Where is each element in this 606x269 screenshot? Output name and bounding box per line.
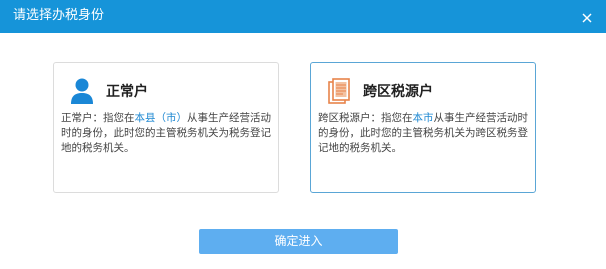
description-highlight: 本市 [412, 112, 434, 124]
description-highlight: 本县（市） [134, 112, 188, 124]
identity-card-title: 跨区税源户 [363, 84, 433, 100]
confirm-enter-button[interactable]: 确定进入 [199, 229, 398, 254]
identity-card-description: 正常户：指您在本县（市）从事生产经营活动时的身份，此时您的主管税务机关为税务登记… [61, 111, 273, 156]
dialog-title: 请选择办税身份 [13, 8, 105, 23]
person-icon [69, 77, 95, 105]
identity-select-dialog: 请选择办税身份 正常户 正常户：指您在本县（市）从事生产经营活动时的身份，此时您… [0, 0, 606, 269]
identity-card-description: 跨区税源户：指您在本市从事生产经营活动时的身份，此时您的主管税务机关为跨区税务登… [318, 111, 530, 156]
identity-card-normal[interactable]: 正常户 正常户：指您在本县（市）从事生产经营活动时的身份，此时您的主管税务机关为… [53, 62, 279, 193]
description-text: 正常户：指您在 [61, 112, 135, 124]
identity-card-cross-region[interactable]: 跨区税源户 跨区税源户：指您在本市从事生产经营活动时的身份，此时您的主管税务机关… [310, 62, 536, 193]
close-icon[interactable] [580, 10, 594, 24]
description-text: 跨区税源户：指您在 [318, 112, 413, 124]
dialog-titlebar: 请选择办税身份 [0, 0, 606, 33]
document-icon [326, 77, 352, 105]
identity-card-title: 正常户 [106, 84, 148, 100]
